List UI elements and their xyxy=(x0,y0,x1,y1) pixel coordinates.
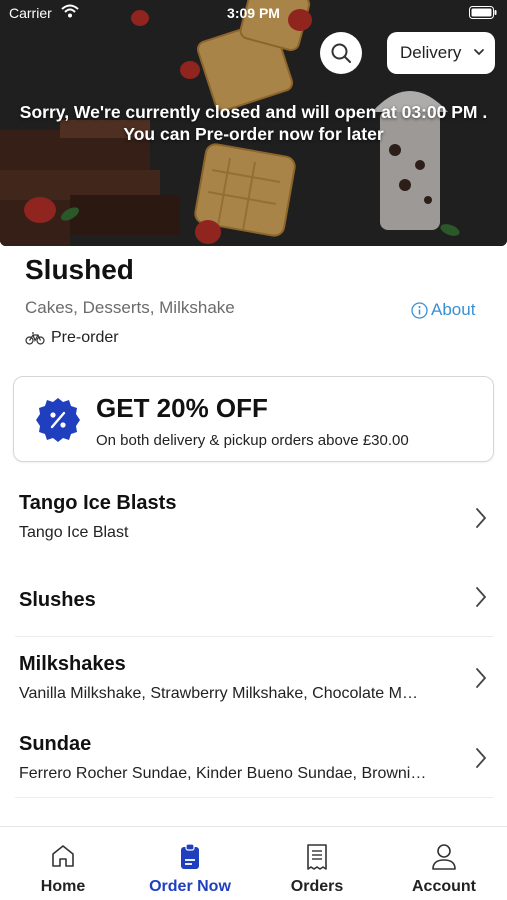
status-bar: Carrier 3:09 PM xyxy=(0,0,507,26)
order-mode-label: Delivery xyxy=(400,43,462,62)
category-row-slushes[interactable]: Slushes xyxy=(0,555,507,635)
store-hero-banner: Carrier 3:09 PM Delivery Sorry, We're cu… xyxy=(0,0,507,246)
about-link[interactable]: About xyxy=(411,300,475,320)
category-items: Ferrero Rocher Sundae, Kinder Bueno Sund… xyxy=(19,765,427,782)
promo-card[interactable]: GET 20% OFF On both delivery & pickup or… xyxy=(13,376,494,462)
receipt-icon xyxy=(307,844,327,870)
chevron-right-icon xyxy=(476,748,487,768)
closed-message-line2: You can Pre-order now for later xyxy=(123,124,384,144)
order-mode-dropdown[interactable]: Delivery xyxy=(387,32,495,74)
tab-label: Home xyxy=(40,878,86,895)
category-row-sundae[interactable]: Sundae Ferrero Rocher Sundae, Kinder Bue… xyxy=(0,717,507,797)
chevron-right-icon xyxy=(476,508,487,528)
tab-home[interactable]: Home xyxy=(0,827,126,900)
home-icon xyxy=(52,845,74,867)
chevron-right-icon xyxy=(476,587,487,607)
search-button[interactable] xyxy=(320,32,362,74)
tab-label: Account xyxy=(412,878,476,895)
tab-order-now[interactable]: Order Now xyxy=(127,827,253,900)
promo-title: GET 20% OFF xyxy=(96,393,268,423)
bicycle-icon xyxy=(25,332,45,345)
battery-icon xyxy=(469,6,497,22)
category-items: Tango Ice Blast xyxy=(19,524,129,541)
search-icon xyxy=(331,43,351,63)
order-icon xyxy=(181,843,199,869)
category-row-tango-ice-blasts[interactable]: Tango Ice Blasts Tango Ice Blast xyxy=(0,475,507,555)
tab-account[interactable]: Account xyxy=(381,827,507,900)
category-row-milkshakes[interactable]: Milkshakes Vanilla Milkshake, Strawberry… xyxy=(0,637,507,717)
closed-message: Sorry, We're currently closed and will o… xyxy=(0,101,507,145)
divider xyxy=(15,797,493,798)
user-icon xyxy=(432,844,456,870)
category-title: Slushes xyxy=(19,589,96,611)
store-categories: Cakes, Desserts, Milkshake xyxy=(25,298,235,317)
preorder-indicator: Pre-order xyxy=(25,329,119,347)
chevron-down-icon xyxy=(474,49,484,56)
about-label: About xyxy=(431,300,476,319)
category-title: Sundae xyxy=(19,733,92,755)
tab-label: Orders xyxy=(290,878,344,895)
chevron-right-icon xyxy=(476,668,487,688)
category-title: Milkshakes xyxy=(19,653,126,675)
status-time: 3:09 PM xyxy=(227,5,280,21)
bottom-tab-bar: Home Order Now Orders Account xyxy=(0,826,507,900)
store-name: Slushed xyxy=(25,254,134,285)
tab-label: Order Now xyxy=(149,878,231,895)
category-title: Tango Ice Blasts xyxy=(19,492,177,514)
info-icon xyxy=(411,301,428,319)
category-items: Vanilla Milkshake, Strawberry Milkshake,… xyxy=(19,685,418,702)
preorder-label: Pre-order xyxy=(51,329,119,346)
closed-message-line1: Sorry, We're currently closed and will o… xyxy=(19,102,488,122)
tab-orders[interactable]: Orders xyxy=(254,827,380,900)
discount-badge-icon xyxy=(36,398,80,442)
promo-subtitle: On both delivery & pickup orders above £… xyxy=(96,432,409,449)
